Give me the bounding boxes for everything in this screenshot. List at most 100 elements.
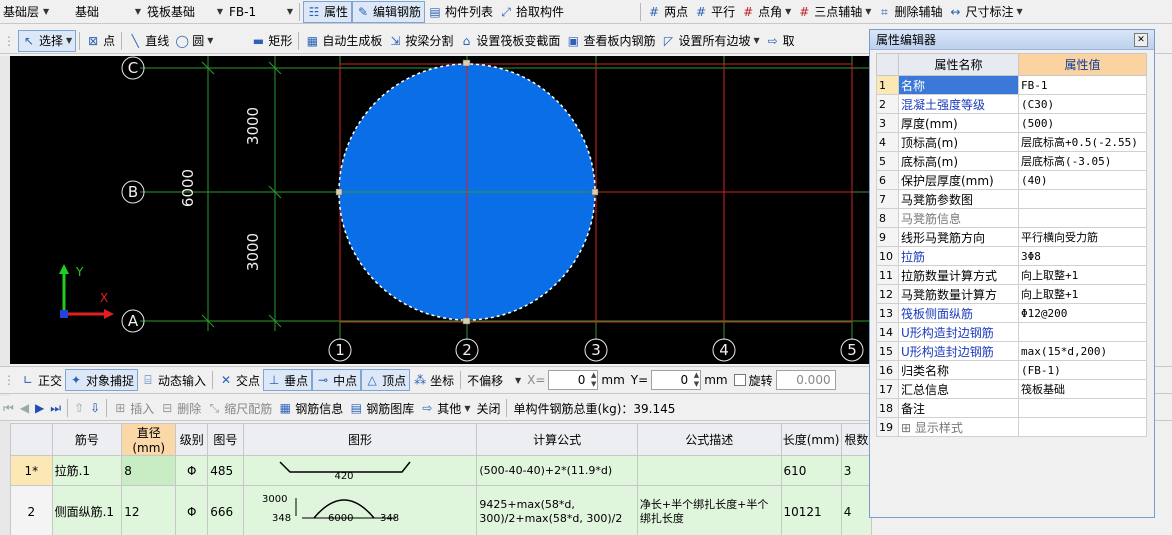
circle-button[interactable]: ◯ 圆 ▼: [172, 30, 216, 52]
property-name[interactable]: 线形马凳筋方向: [898, 227, 1019, 247]
three-point-aux-button[interactable]: # 三点辅轴 ▼: [794, 1, 874, 23]
spinner-icon[interactable]: ▲ ▼: [694, 371, 699, 389]
property-row[interactable]: 19 ⊞ 显示样式: [876, 417, 1147, 437]
header-cell[interactable]: 级别: [175, 423, 209, 456]
table-row[interactable]: 1* 拉筋.1 8 Φ 485 420 (500-40-40)+2*(11.9*…: [10, 455, 872, 486]
property-name[interactable]: 拉筋数量计算方式: [898, 265, 1019, 285]
property-name[interactable]: 马凳筋参数图: [898, 189, 1019, 209]
property-value[interactable]: [1018, 398, 1147, 418]
property-row[interactable]: 12 马凳筋数量计算方 向上取整+1: [876, 284, 1147, 304]
select-button[interactable]: ↖ 选择 ▼: [18, 29, 77, 52]
rebar-lib-button[interactable]: ▤ 钢筋图库: [346, 397, 417, 419]
close-button[interactable]: 关闭: [473, 397, 503, 419]
property-value[interactable]: (C30): [1018, 94, 1147, 114]
delete-aux-button[interactable]: ⌗ 删除辅轴: [874, 1, 945, 23]
property-editor-titlebar[interactable]: 属性编辑器 ✕: [870, 30, 1154, 50]
property-value[interactable]: [1018, 189, 1147, 209]
property-row[interactable]: 6 保护层厚度(mm) (40): [876, 170, 1147, 190]
cell-shape[interactable]: 420: [242, 455, 478, 486]
property-row[interactable]: 3 厚度(mm) (500): [876, 113, 1147, 133]
expand-icon[interactable]: ⊞: [901, 421, 915, 435]
property-name[interactable]: 马凳筋数量计算方: [898, 284, 1019, 304]
cell-fig[interactable]: 666: [207, 485, 244, 535]
property-value[interactable]: max(15*d,200): [1018, 341, 1147, 361]
property-row[interactable]: 14 U形构造封边钢筋: [876, 322, 1147, 342]
property-name[interactable]: 拉筋: [898, 246, 1019, 266]
vertex-button[interactable]: △ 顶点: [361, 369, 411, 391]
grip-handle[interactable]: [335, 188, 343, 196]
first-record-button[interactable]: ⏮: [0, 397, 17, 419]
auto-gen-button[interactable]: ▦ 自动生成板: [302, 30, 385, 52]
property-row[interactable]: 18 备注: [876, 398, 1147, 418]
grip-handle[interactable]: [591, 188, 599, 196]
rotate-toggle[interactable]: 旋转: [731, 369, 776, 391]
property-name[interactable]: 马凳筋信息: [898, 208, 1019, 228]
property-value[interactable]: 层底标高+0.5(-2.55): [1018, 132, 1147, 152]
header-cell[interactable]: 直径(mm): [121, 423, 177, 456]
rect-button[interactable]: ▬ 矩形: [248, 30, 295, 52]
property-row[interactable]: 8 马凳筋信息: [876, 208, 1147, 228]
property-name[interactable]: 厚度(mm): [898, 113, 1019, 133]
property-name[interactable]: U形构造封边钢筋: [898, 322, 1019, 342]
rebar-info-button[interactable]: ▦ 钢筋信息: [275, 397, 346, 419]
header-cell[interactable]: 图号: [207, 423, 244, 456]
insert-button[interactable]: ⊞ 插入: [110, 397, 157, 419]
dyn-input-button[interactable]: ⌸ 动态输入: [138, 369, 209, 391]
cell-grade[interactable]: Φ: [175, 455, 209, 486]
property-value[interactable]: FB-1: [1018, 75, 1147, 95]
more-button[interactable]: ⇨ 取: [763, 30, 798, 52]
other-button[interactable]: ⇨ 其他 ▼: [417, 397, 473, 419]
property-value[interactable]: 筏板基础: [1018, 379, 1147, 399]
intersect-button[interactable]: ✕ 交点: [216, 369, 263, 391]
cell-fig[interactable]: 485: [207, 455, 244, 486]
property-value[interactable]: [1018, 208, 1147, 228]
table-row[interactable]: 2 侧面纵筋.1 12 Φ 666 3000 348 6000 348 9425…: [10, 485, 872, 535]
header-cell[interactable]: 长度(mm): [780, 423, 842, 456]
property-name[interactable]: U形构造封边钢筋: [898, 341, 1019, 361]
move-down-button[interactable]: ⇩: [87, 397, 103, 419]
property-row[interactable]: 2 混凝土强度等级 (C30): [876, 94, 1147, 114]
property-row[interactable]: 1 名称 FB-1: [876, 75, 1147, 95]
cell-count[interactable]: 4: [840, 485, 872, 535]
property-row[interactable]: 17 汇总信息 筏板基础: [876, 379, 1147, 399]
cell-formula[interactable]: (500-40-40)+2*(11.9*d): [476, 455, 638, 486]
delete-button[interactable]: ⊟ 删除: [157, 397, 204, 419]
property-row[interactable]: 10 拉筋 3Φ8: [876, 246, 1147, 266]
row-number[interactable]: 1*: [10, 455, 53, 486]
property-name[interactable]: 顶标高(m): [898, 132, 1019, 152]
two-point-button[interactable]: # 两点: [644, 1, 691, 23]
row-number[interactable]: 2: [10, 485, 53, 535]
property-row[interactable]: 13 筏板侧面纵筋 Φ12@200: [876, 303, 1147, 323]
property-value[interactable]: 平行横向受力筋: [1018, 227, 1147, 247]
property-value[interactable]: [1018, 322, 1147, 342]
property-name[interactable]: 底标高(m): [898, 151, 1019, 171]
property-name[interactable]: 混凝土强度等级: [898, 94, 1019, 114]
property-name[interactable]: 保护层厚度(mm): [898, 170, 1019, 190]
property-name[interactable]: 汇总信息: [898, 379, 1019, 399]
parallel-button[interactable]: # 平行: [691, 1, 738, 23]
member-list-button[interactable]: ▤ 构件列表: [425, 1, 496, 23]
header-cell[interactable]: 筋号: [51, 423, 123, 456]
set-slope-button[interactable]: ◸ 设置所有边坡 ▼: [658, 30, 762, 52]
property-name[interactable]: 筏板侧面纵筋: [898, 303, 1019, 323]
element-select[interactable]: FB-1 ▼: [226, 2, 296, 22]
type-select[interactable]: 筏板基础 ▼: [144, 2, 226, 22]
property-value[interactable]: Φ12@200: [1018, 303, 1147, 323]
header-cell[interactable]: 计算公式: [476, 423, 638, 456]
header-cell[interactable]: 图形: [242, 423, 478, 456]
snap-button[interactable]: ✦ 对象捕捉: [65, 369, 139, 391]
ortho-button[interactable]: ∟ 正交: [18, 369, 65, 391]
property-value[interactable]: (FB-1): [1018, 360, 1147, 380]
property-value[interactable]: (40): [1018, 170, 1147, 190]
property-row[interactable]: 5 底标高(m) 层底标高(-3.05): [876, 151, 1147, 171]
attr-button[interactable]: ☷ 属性: [303, 0, 353, 23]
close-icon[interactable]: ✕: [1134, 32, 1148, 47]
cell-grade[interactable]: Φ: [175, 485, 209, 535]
dim-button[interactable]: ↔ 尺寸标注 ▼: [945, 1, 1025, 23]
property-row[interactable]: 9 线形马凳筋方向 平行横向受力筋: [876, 227, 1147, 247]
floor-select[interactable]: 基础层 ▼: [0, 2, 72, 22]
rotate-input[interactable]: 0.000: [775, 370, 836, 390]
drawing-canvas[interactable]: C B A 1 2 3 4 5 3000 3000 6000 Y X: [10, 56, 872, 364]
scale-button[interactable]: ⤡ 缩尺配筋: [204, 397, 275, 419]
split-beam-button[interactable]: ⇲ 按梁分割: [385, 30, 456, 52]
